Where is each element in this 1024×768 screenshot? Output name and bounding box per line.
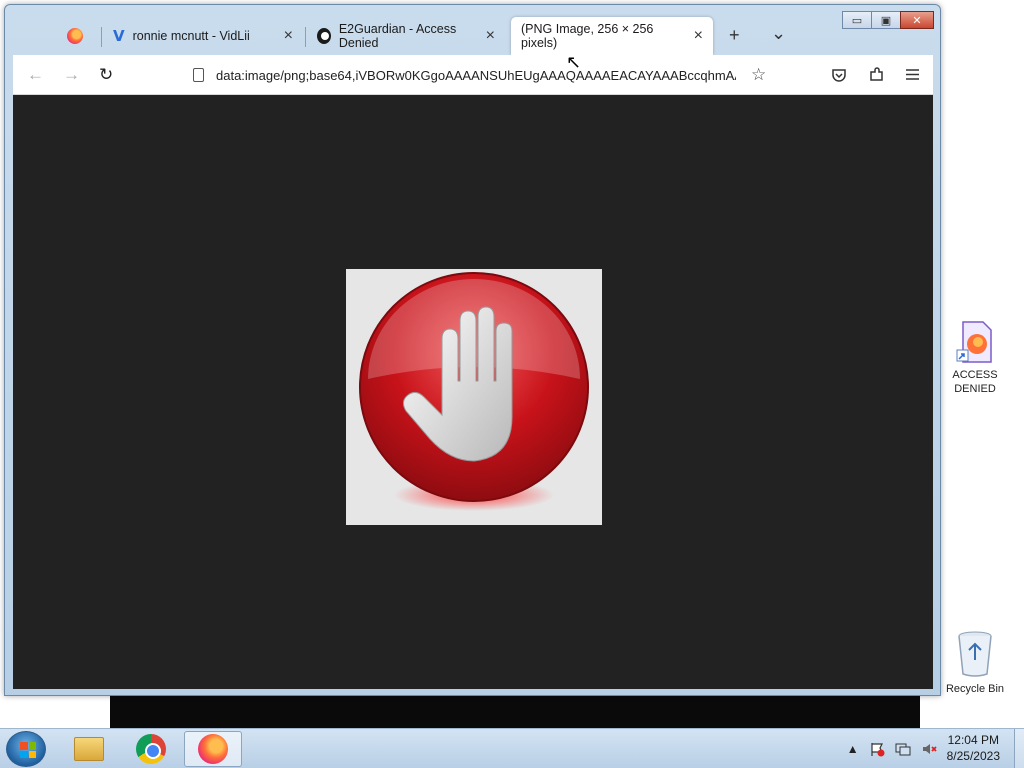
show-desktop-button[interactable] [1014, 729, 1024, 768]
tab-list-button[interactable]: ⌄ [771, 23, 786, 44]
browser-window: ▭ ▣ ✕ V ronnie mcnutt - VidLii × E2Guard… [4, 4, 941, 696]
network-icon[interactable] [895, 741, 911, 757]
folder-icon [74, 737, 104, 761]
start-button[interactable] [6, 731, 46, 767]
firefox-icon [67, 28, 83, 44]
reload-icon[interactable]: ↻ [99, 65, 113, 85]
tab-separator [101, 27, 102, 47]
tab-e2guardian[interactable]: E2Guardian - Access Denied × [307, 17, 505, 55]
tab-label: ronnie mcnutt - VidLii [132, 29, 250, 43]
desktop-icon-recycle-bin[interactable]: Recycle Bin [944, 630, 1006, 697]
desktop-icon-access-denied[interactable]: ACCESS DENIED [944, 320, 1006, 396]
close-tab-icon[interactable]: × [284, 27, 293, 45]
new-tab-button[interactable]: + [729, 25, 740, 46]
chrome-icon [136, 734, 166, 764]
clock[interactable]: 12:04 PM 8/25/2023 [947, 733, 1000, 764]
desktop-icon-label: Recycle Bin [945, 682, 1005, 695]
tab-separator [305, 27, 306, 47]
taskbar: ▲ 12:04 PM 8/25/2023 [0, 728, 1024, 768]
bookmark-star-icon[interactable]: ☆ [751, 65, 766, 85]
windows-logo-icon [20, 742, 36, 758]
firefox-icon [198, 734, 228, 764]
taskbar-chrome[interactable] [122, 731, 180, 767]
close-tab-icon[interactable]: × [694, 27, 703, 45]
page-icon [193, 68, 204, 82]
clock-date: 8/25/2023 [946, 749, 1000, 763]
clock-time: 12:04 PM [947, 733, 999, 748]
taskbar-firefox[interactable] [184, 731, 242, 767]
tab-label: E2Guardian - Access Denied [338, 22, 457, 50]
show-hidden-icons-arrow[interactable]: ▲ [847, 742, 859, 756]
page-content [13, 95, 933, 689]
tab-vidlii[interactable]: V ronnie mcnutt - VidLii × [103, 17, 303, 55]
pocket-icon[interactable] [831, 67, 847, 83]
tab-firefox[interactable] [57, 17, 97, 55]
mouse-cursor-icon: ↖ [566, 52, 582, 72]
url-bar[interactable]: data:image/png;base64,iVBORw0KGgoAAAANSU… [183, 60, 773, 90]
system-tray: ▲ 12:04 PM 8/25/2023 [847, 729, 1024, 768]
action-center-flag-icon[interactable] [869, 741, 885, 757]
tab-png-image[interactable]: (PNG Image, 256 × 256 pixels) × [511, 17, 713, 55]
extensions-icon[interactable] [868, 66, 885, 83]
desktop-wallpaper-shape [110, 690, 920, 730]
firefox-html-file-icon [956, 321, 992, 363]
png-image [346, 269, 602, 525]
menu-icon[interactable] [905, 68, 920, 81]
taskbar-file-explorer[interactable] [60, 731, 118, 767]
github-icon [317, 28, 331, 44]
close-tab-icon[interactable]: × [486, 27, 495, 45]
vidlii-icon: V [113, 27, 125, 45]
desktop-icon-label: ACCESS DENIED [952, 368, 998, 395]
nav-bar: ← → ↻ data:image/png;base64,iVBORw0KGgoA… [13, 55, 933, 95]
url-text[interactable]: data:image/png;base64,iVBORw0KGgoAAAANSU… [216, 68, 736, 83]
back-arrow-icon[interactable]: ← [27, 65, 44, 85]
tab-label: (PNG Image, 256 × 256 pixels) [521, 22, 654, 50]
tab-strip: V ronnie mcnutt - VidLii × E2Guardian - … [13, 13, 933, 55]
forward-arrow-icon[interactable]: → [63, 65, 80, 85]
stop-hand-icon [359, 272, 589, 511]
recycle-bin-icon [958, 631, 992, 677]
volume-muted-icon[interactable] [921, 741, 937, 757]
